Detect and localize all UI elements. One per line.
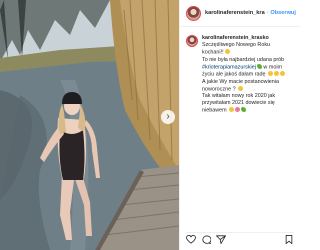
emoji-icon <box>229 107 235 112</box>
post-actions <box>186 232 294 246</box>
caption-line: To nie była najbardziej udana prób <box>202 56 285 63</box>
caption-text: karolinaferenstein_krasko Szczęśliwego N… <box>202 35 294 115</box>
caption-line: niebawem <box>202 107 294 115</box>
caption-line: życiu ale jakoś dałam radę <box>202 71 294 79</box>
post-caption: karolinaferenstein_krasko Szczęśliwego N… <box>180 27 300 115</box>
emoji-icon <box>238 85 244 91</box>
caption-line: #krioterapiamazurskiej w moim <box>202 63 283 70</box>
emoji-icon <box>280 71 286 76</box>
caption-line: przywitałam 2021 dowiecie się <box>202 100 275 106</box>
caption-username[interactable]: karolinaferenstein_krasko <box>202 35 294 42</box>
post-photo[interactable]: › <box>0 0 179 250</box>
emoji-icon <box>274 71 280 76</box>
follow-button[interactable]: · Obserwuj <box>267 10 296 16</box>
emoji-icon <box>235 107 241 112</box>
caption-line: Szczęśliwego Nowego Roku <box>202 42 271 48</box>
comment-icon[interactable] <box>201 235 211 244</box>
instagram-post: › karolinaferenstein_kras · Obserwuj kar… <box>0 0 300 250</box>
photo-scene <box>0 0 179 250</box>
bookmark-icon[interactable] <box>284 235 294 244</box>
emoji-icon <box>224 49 230 54</box>
share-icon[interactable] <box>216 235 226 244</box>
emoji-icon <box>241 107 247 112</box>
heart-icon[interactable] <box>186 235 196 244</box>
caption-avatar[interactable] <box>186 35 198 47</box>
caption-line: A jakie Wy macie postanowienia <box>202 78 279 85</box>
post-header: karolinaferenstein_kras · Obserwuj <box>180 0 300 27</box>
next-photo-chevron-right-icon[interactable]: › <box>161 110 175 124</box>
caption-line: Tak witałam nowy rok 2020 jak <box>202 93 276 99</box>
caption-line: kochani!! <box>202 49 294 57</box>
post-sidebar: karolinaferenstein_kras · Obserwuj karol… <box>179 0 300 250</box>
emoji-icon <box>268 71 274 76</box>
profile-avatar[interactable] <box>186 5 201 21</box>
header-username[interactable]: karolinaferenstein_kras <box>205 10 265 16</box>
caption-line: noworoczne ? <box>202 85 294 94</box>
hashtag-link[interactable]: #krioterapiamazurskiej <box>202 64 256 70</box>
